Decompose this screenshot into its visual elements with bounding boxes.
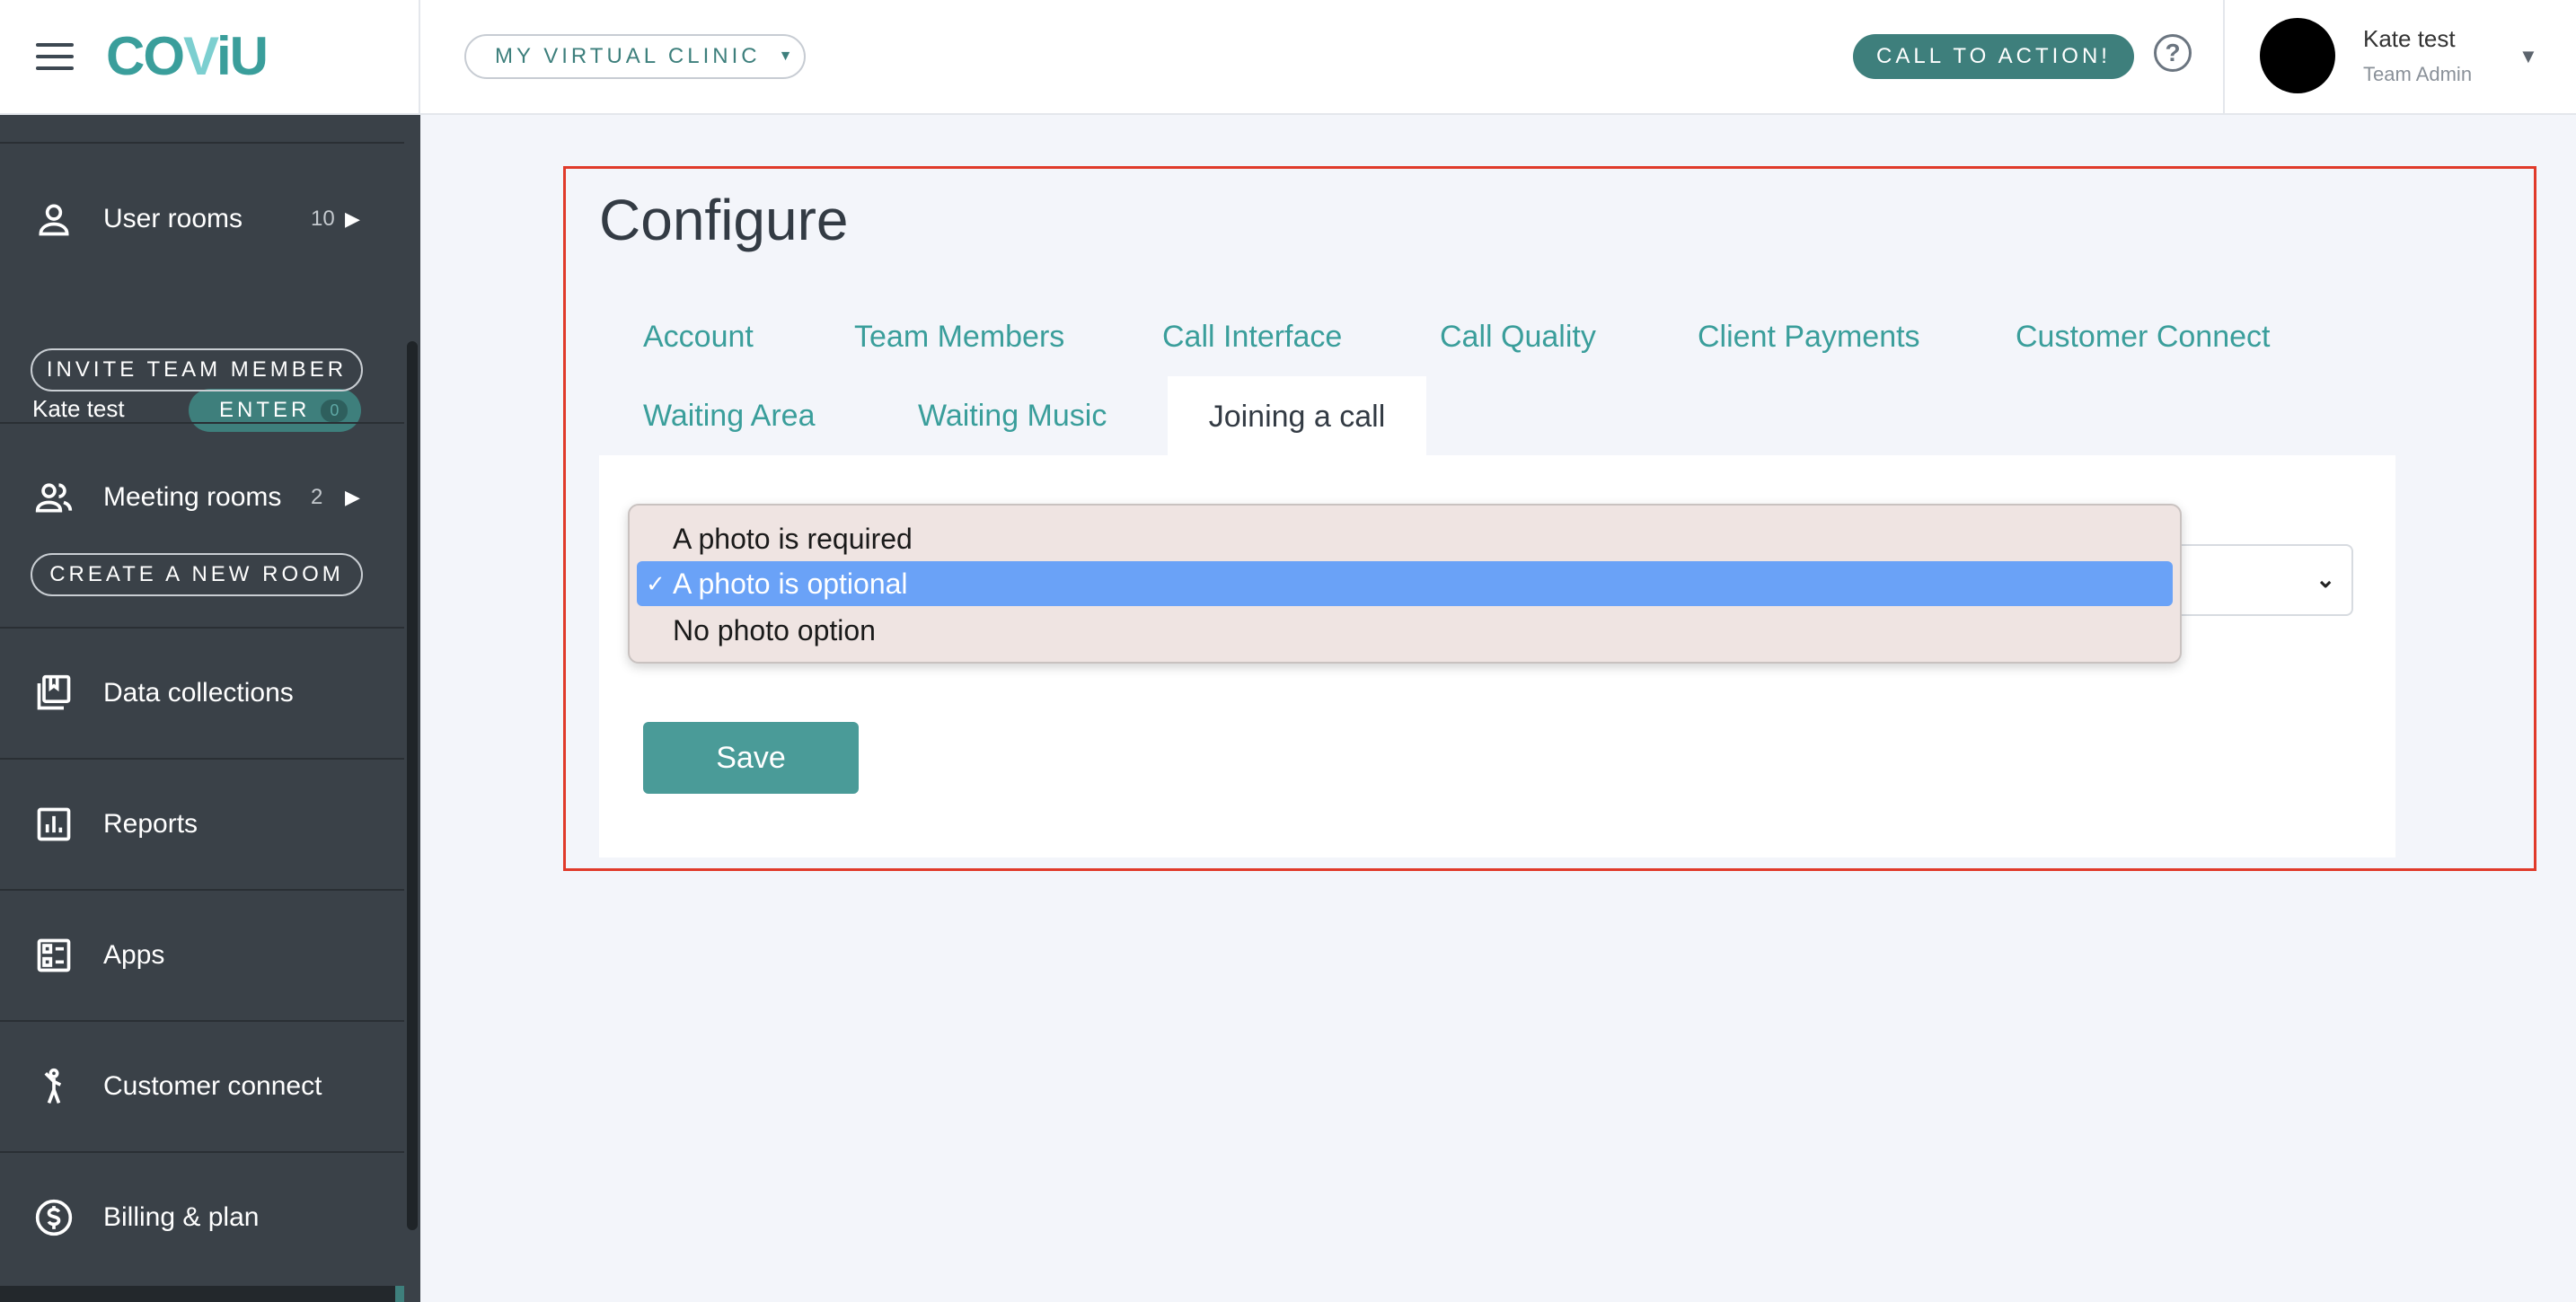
waiting-count-badge: 0: [321, 399, 348, 422]
tab-client-payments[interactable]: Client Payments: [1698, 320, 1920, 355]
tab-waiting-music[interactable]: Waiting Music: [918, 399, 1107, 434]
sidebar-scrollbar[interactable]: [404, 115, 420, 1302]
tab-account[interactable]: Account: [643, 320, 754, 355]
caret-down-icon[interactable]: ▼: [2519, 45, 2538, 68]
sidebar-item-reports[interactable]: Reports: [0, 760, 404, 889]
divider: [0, 422, 404, 424]
scrollbar-thumb[interactable]: [407, 341, 418, 1230]
reports-icon: [37, 807, 71, 841]
apps-icon: [37, 938, 71, 972]
help-icon[interactable]: ?: [2154, 34, 2192, 72]
clinic-selector-label: MY VIRTUAL CLINIC: [495, 44, 761, 68]
dollar-circle-icon: [35, 1199, 73, 1236]
avatar: [2260, 18, 2335, 93]
logo-area: COViU: [0, 0, 420, 115]
sidebar-item-billing-plan[interactable]: Billing & plan: [0, 1153, 404, 1282]
option-no-photo[interactable]: No photo option: [637, 608, 2173, 653]
divider: [0, 142, 404, 144]
sidebar-item-customer-connect[interactable]: Customer connect: [0, 1022, 404, 1151]
photo-requirement-dropdown[interactable]: A photo is required ✓ A photo is optiona…: [628, 504, 2182, 664]
coviu-logo[interactable]: COViU: [106, 25, 269, 87]
sidebar-item-label: Apps: [103, 940, 165, 970]
hamburger-menu-icon[interactable]: [36, 43, 74, 70]
chevron-right-icon[interactable]: ▶: [345, 486, 360, 509]
room-count: 2: [311, 485, 323, 509]
sidebar-footer: [0, 1286, 404, 1302]
sidebar-item-user-rooms[interactable]: User rooms 10 ▶: [0, 185, 404, 253]
sidebar-item-label: Billing & plan: [103, 1202, 260, 1232]
user-role: Team Admin: [2363, 63, 2473, 85]
checkmark-icon: ✓: [646, 569, 666, 597]
sidebar-item-label: Meeting rooms: [103, 482, 282, 512]
sidebar-item-label: User rooms: [103, 204, 243, 233]
tab-waiting-area[interactable]: Waiting Area: [643, 399, 816, 434]
save-button[interactable]: Save: [643, 722, 859, 794]
tab-team-members[interactable]: Team Members: [854, 320, 1064, 355]
user-menu[interactable]: Kate test Team Admin ▼: [2223, 0, 2576, 115]
option-photo-optional[interactable]: ✓ A photo is optional: [637, 561, 2173, 606]
sidebar: User rooms 10 ▶ Kate test ENTER 0 INVITE…: [0, 115, 404, 1302]
user-name: Kate test: [2363, 25, 2456, 52]
top-header: COViU MY VIRTUAL CLINIC ▼ CALL TO ACTION…: [0, 0, 2576, 115]
sidebar-item-apps[interactable]: Apps: [0, 891, 404, 1020]
invite-team-member-button[interactable]: INVITE TEAM MEMBER: [31, 348, 363, 391]
sidebar-item-label: Data collections: [103, 678, 294, 708]
sidebar-footer-accent: [395, 1286, 404, 1302]
library-icon: [37, 674, 71, 710]
tab-call-interface[interactable]: Call Interface: [1162, 320, 1342, 355]
caret-down-icon: ▼: [778, 48, 797, 64]
photo-requirement-select[interactable]: ⌄: [2156, 544, 2353, 616]
room-count: 10: [311, 207, 335, 231]
option-label: A photo is optional: [673, 567, 908, 600]
sidebar-item-label: Customer connect: [103, 1071, 322, 1101]
sidebar-item-data-collections[interactable]: Data collections: [0, 629, 404, 758]
page-title: Configure: [599, 188, 849, 252]
chevron-down-icon: ⌄: [2316, 566, 2335, 593]
create-new-room-button[interactable]: CREATE A NEW ROOM: [31, 553, 363, 596]
clinic-selector[interactable]: MY VIRTUAL CLINIC ▼: [464, 34, 806, 79]
sidebar-item-label: Reports: [103, 809, 198, 839]
people-icon: [35, 483, 73, 513]
enter-room-button[interactable]: ENTER 0: [189, 389, 361, 432]
chevron-right-icon[interactable]: ▶: [345, 207, 360, 231]
sidebar-item-meeting-rooms[interactable]: Meeting rooms 2 ▶: [0, 463, 404, 532]
option-photo-required[interactable]: A photo is required: [637, 516, 2173, 561]
room-owner-label: Kate test: [32, 395, 125, 422]
person-icon: [39, 204, 69, 236]
tab-call-quality[interactable]: Call Quality: [1440, 320, 1596, 355]
tab-joining-a-call[interactable]: Joining a call: [1168, 376, 1426, 457]
call-to-action-button[interactable]: CALL TO ACTION!: [1853, 34, 2134, 79]
person-waving-icon: [44, 1068, 62, 1104]
tab-customer-connect[interactable]: Customer Connect: [2016, 320, 2270, 355]
enter-label: ENTER: [219, 398, 311, 422]
